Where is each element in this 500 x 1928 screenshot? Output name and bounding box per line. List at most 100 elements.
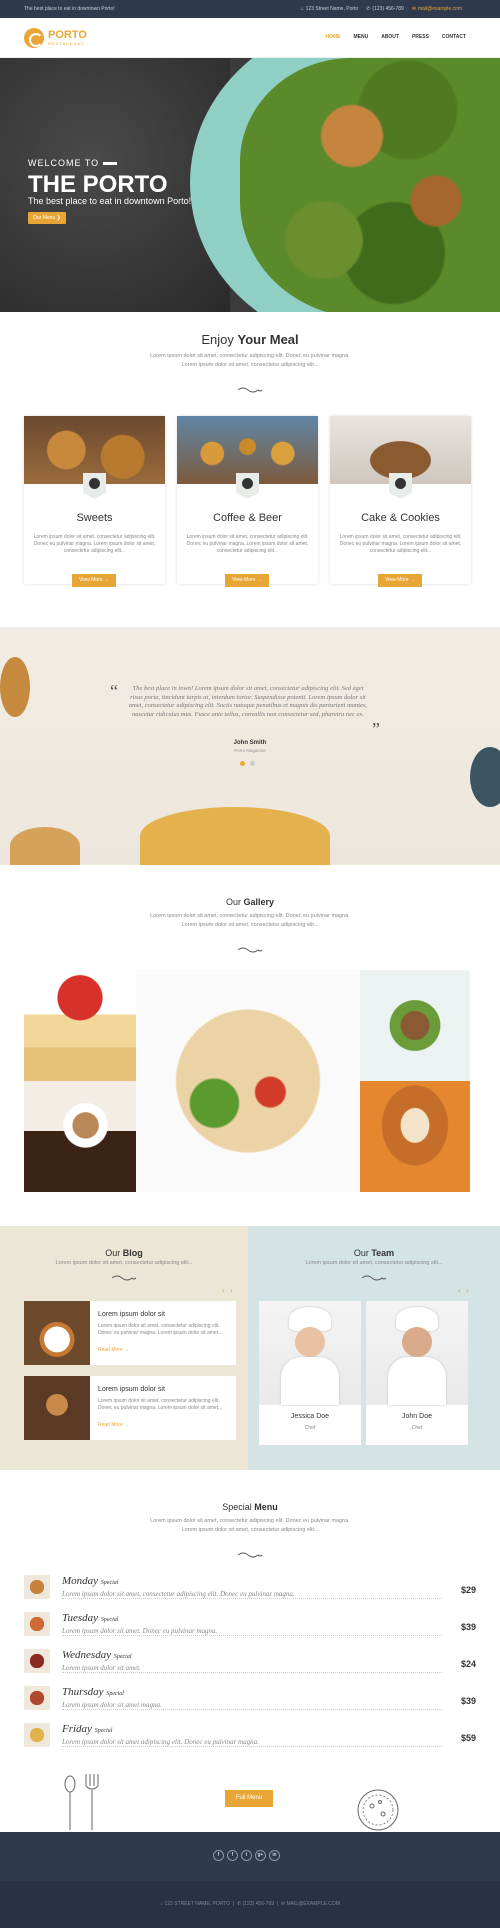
team-member[interactable]: John Doe Chef: [366, 1301, 468, 1445]
menu-item[interactable]: Wednesday Special Lorem ipsum dolor sit …: [24, 1647, 476, 1677]
logo-subtitle: RESTAURANT: [48, 41, 85, 46]
walnut-left-image: [0, 657, 30, 717]
gallery-title-bold: Gallery: [243, 897, 275, 907]
chef-face-image: [295, 1327, 325, 1357]
card-badge: [236, 473, 259, 499]
enjoy-title: Enjoy Your Meal: [0, 332, 500, 347]
enjoy-text-2: Lorem ipsum dolor sit amet, consectetur …: [181, 362, 319, 368]
cocktail-icon: [242, 478, 253, 489]
read-more-label: Read More: [98, 1347, 123, 1353]
address-text: 123 Street Name, Porto: [305, 6, 359, 12]
team-next-arrow-icon[interactable]: ›: [466, 1286, 469, 1295]
menu-item-desc: Lorem ipsum dolor sit amet, consectetur …: [62, 1590, 295, 1598]
social-links: f f t g+ in: [213, 1850, 280, 1861]
hero-title: THE PORTO: [28, 171, 168, 198]
team-title: Our Team: [248, 1248, 500, 1258]
menu-dotted-line: [62, 1635, 442, 1636]
linkedin-icon[interactable]: in: [269, 1850, 280, 1861]
view-more-button[interactable]: View More →: [378, 574, 422, 587]
menu-day-label: Wednesday: [62, 1649, 112, 1661]
gallery-beer[interactable]: [360, 1081, 470, 1192]
footer-email[interactable]: MAIL@EXAMPLE.COM: [286, 1901, 339, 1907]
our-menu-button[interactable]: Our Menu ❯: [28, 212, 66, 224]
phone-icon: ✆: [236, 1901, 242, 1907]
team-text: Lorem ipsum dolor sit amet, consectetur …: [305, 1260, 443, 1266]
ornament-divider-icon: [237, 1552, 263, 1558]
special-title-light: Special: [222, 1502, 252, 1512]
nav-about[interactable]: ABOUT: [381, 34, 399, 40]
bowl-image: [470, 747, 500, 807]
menu-item[interactable]: Monday Special Lorem ipsum dolor sit ame…: [24, 1573, 476, 1603]
menu-day-label: Friday: [62, 1723, 92, 1735]
slider-dot[interactable]: [250, 761, 255, 766]
blog-post-image: [24, 1376, 90, 1440]
view-more-button[interactable]: View More →: [225, 574, 269, 587]
blog-text: Lorem ipsum dolor sit amet, consectetur …: [55, 1260, 193, 1266]
blog-prev-arrow-icon[interactable]: ‹: [222, 1286, 225, 1295]
menu-item-day: Monday Special: [62, 1575, 118, 1587]
gallery-text-1: Lorem ipsum dolor sit amet, consectetur …: [150, 913, 350, 919]
nav-home[interactable]: HOME: [325, 34, 340, 40]
envelope-icon: ✉: [280, 1901, 286, 1907]
footer-address: 123 STREET NAME, PORTO: [164, 1901, 231, 1907]
blog-title-light: Our: [105, 1248, 121, 1258]
menu-day-tag: Special: [106, 1691, 124, 1697]
nav-press[interactable]: PRESS: [412, 34, 429, 40]
gallery-wraps[interactable]: [136, 970, 360, 1192]
hero-welcome: WELCOME TO: [28, 158, 118, 168]
tagline: The best place to eat in downtown Porto!: [24, 6, 115, 12]
twitter-icon[interactable]: t: [241, 1850, 252, 1861]
facebook-icon[interactable]: f: [227, 1850, 238, 1861]
menu-item-image: [24, 1612, 50, 1636]
menu-item-price: $24: [460, 1659, 476, 1669]
blog-post[interactable]: Lorem ipsum dolor sit Lorem ipsum dolor …: [24, 1376, 236, 1440]
slider-dot-active[interactable]: [240, 761, 245, 766]
logo-icon: [24, 28, 44, 48]
view-more-label: View More: [232, 577, 256, 583]
full-menu-button[interactable]: Full Menu: [225, 1790, 273, 1807]
google-plus-icon[interactable]: g+: [255, 1850, 266, 1861]
read-more-label: Read More: [98, 1422, 123, 1428]
our-menu-button-label: Our Menu: [33, 215, 56, 221]
menu-item[interactable]: Tuesday Special Lorem ipsum dolor sit am…: [24, 1610, 476, 1640]
gallery-coffee[interactable]: [24, 1081, 136, 1192]
menu-item-desc: Lorem ipsum dolor sit amet.: [62, 1664, 141, 1672]
social-icon[interactable]: f: [213, 1850, 224, 1861]
menu-dotted-line: [62, 1709, 442, 1710]
menu-item[interactable]: Thursday Special Lorem ipsum dolor sit a…: [24, 1684, 476, 1714]
team-title-light: Our: [353, 1248, 369, 1258]
menu-item-price: $39: [460, 1622, 476, 1632]
special-text-1: Lorem ipsum dolor sit amet, consectetur …: [150, 1518, 350, 1524]
logo[interactable]: PORTO RESTAURANT: [24, 28, 87, 48]
phone-text: (123) 456-789: [372, 6, 404, 12]
card-text: Lorem ipsum dolor sit amet, consectetur …: [186, 534, 309, 554]
menu-item-image: [24, 1686, 50, 1710]
read-more-link[interactable]: Read More →: [98, 1422, 129, 1428]
menu-day-label: Thursday: [62, 1686, 104, 1698]
team-member-photo: [366, 1301, 468, 1405]
footer: f f t g+ in ⌂ 123 STREET NAME, PORTO | ✆…: [0, 1832, 500, 1928]
menu-item-price: $29: [460, 1585, 476, 1595]
menu-dotted-line: [62, 1672, 442, 1673]
email-text: mail@example.com: [418, 6, 462, 12]
card-badge: [389, 473, 412, 499]
read-more-link[interactable]: Read More →: [98, 1347, 129, 1353]
card-sweets: Sweets Lorem ipsum dolor sit amet, conse…: [24, 416, 165, 587]
view-more-button[interactable]: View More →: [72, 574, 116, 587]
blog-post[interactable]: Lorem ipsum dolor sit Lorem ipsum dolor …: [24, 1301, 236, 1365]
team-member-photo: [259, 1301, 361, 1405]
chef-coat-image: [281, 1357, 339, 1405]
menu-day-label: Tuesday: [62, 1612, 99, 1624]
menu-item-image: [24, 1723, 50, 1747]
chef-coat-image: [388, 1357, 446, 1405]
gallery-strawberry-cake[interactable]: [24, 970, 136, 1081]
team-member[interactable]: Jessica Doe Chef: [259, 1301, 361, 1445]
email-link[interactable]: ✉ mail@example.com: [412, 0, 462, 18]
menu-item[interactable]: Friday Special Lorem ipsum dolor sit ame…: [24, 1721, 476, 1751]
blog-next-arrow-icon[interactable]: ›: [230, 1286, 233, 1295]
nav-menu[interactable]: MENU: [353, 34, 368, 40]
team-prev-arrow-icon[interactable]: ‹: [458, 1286, 461, 1295]
hero-slider: WELCOME TO THE PORTO The best place to e…: [0, 58, 500, 312]
gallery-salad[interactable]: [360, 970, 470, 1081]
nav-contact[interactable]: CONTACT: [442, 34, 466, 40]
